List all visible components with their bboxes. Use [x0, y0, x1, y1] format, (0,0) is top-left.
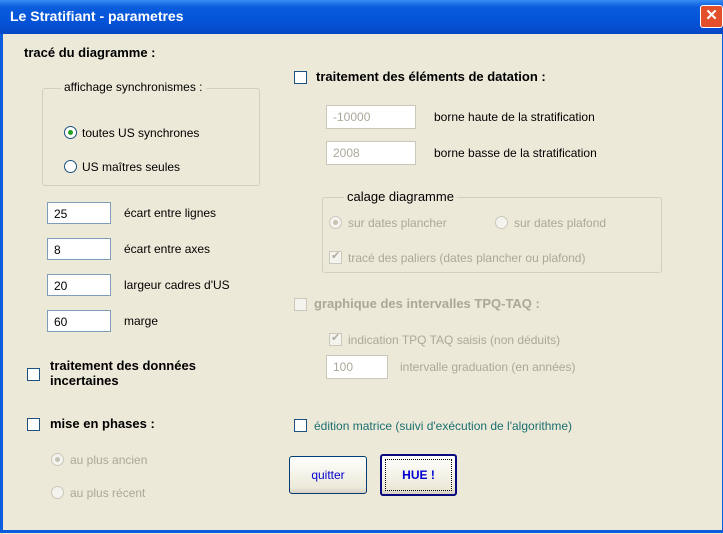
tpq-indication-label[interactable]: indication TPQ TAQ saisis (non déduits) [348, 333, 560, 347]
uncertain-data-label-line1[interactable]: traitement des données [50, 358, 196, 373]
phases-oldest-radio[interactable] [51, 453, 64, 466]
calage-ceiling-radio[interactable] [495, 216, 508, 229]
line-spacing-label: écart entre lignes [124, 206, 217, 220]
phases-recent-radio[interactable] [51, 486, 64, 499]
window-title: Le Stratifiant - parametres [10, 8, 184, 24]
interval-input[interactable]: 100 [326, 355, 388, 379]
line-spacing-input[interactable]: 25 [47, 202, 111, 224]
uncertain-data-checkbox[interactable] [27, 368, 40, 381]
close-button[interactable]: ✕ [700, 5, 723, 28]
hue-button-label: HUE ! [402, 468, 435, 482]
dating-label[interactable]: traitement des éléments de datation : [316, 69, 546, 84]
matrix-label[interactable]: édition matrice (suivi d'exécution de l'… [314, 419, 572, 433]
calage-floor-radio[interactable] [329, 216, 342, 229]
lower-bound-label: borne basse de la stratification [434, 146, 597, 160]
phases-recent-label[interactable]: au plus récent [70, 486, 145, 500]
calage-floor-label[interactable]: sur dates plancher [348, 216, 447, 230]
sync-option-all-label[interactable]: toutes US synchrones [82, 126, 199, 140]
paliers-checkbox[interactable]: ✔ [329, 250, 342, 264]
axis-spacing-label: écart entre axes [124, 242, 211, 256]
uncertain-data-label-line2[interactable]: incertaines [50, 373, 119, 388]
phases-checkbox[interactable] [27, 418, 40, 431]
quit-button[interactable]: quitter [289, 456, 367, 494]
frame-width-input[interactable]: 20 [47, 274, 111, 296]
margin-input[interactable]: 60 [47, 310, 111, 332]
title-bar[interactable]: Le Stratifiant - parametres ✕ [0, 0, 723, 34]
axis-spacing-input[interactable]: 8 [47, 238, 111, 260]
lower-bound-input[interactable]: 2008 [326, 141, 416, 165]
upper-bound-input[interactable]: -10000 [326, 105, 416, 129]
calage-ceiling-label[interactable]: sur dates plafond [514, 216, 606, 230]
phases-label[interactable]: mise en phases : [50, 416, 155, 431]
calage-group-label: calage diagramme [344, 189, 457, 204]
sync-option-masters-label[interactable]: US maîtres seules [82, 160, 180, 174]
sync-group-label: affichage synchronismes : [61, 80, 206, 94]
matrix-checkbox[interactable] [294, 419, 307, 432]
phases-oldest-label[interactable]: au plus ancien [70, 453, 147, 467]
paliers-label[interactable]: tracé des paliers (dates plancher ou pla… [348, 251, 585, 265]
margin-label: marge [124, 314, 159, 328]
upper-bound-label: borne haute de la stratification [434, 110, 595, 124]
sync-option-all-radio[interactable] [64, 126, 77, 139]
tpq-indication-checkbox[interactable]: ✔ [329, 332, 342, 346]
tpq-taq-checkbox[interactable] [294, 298, 307, 311]
diagram-heading: tracé du diagramme : [24, 45, 156, 60]
interval-label: intervalle graduation (en années) [400, 360, 576, 374]
frame-width-label: largeur cadres d'US [124, 278, 230, 292]
sync-option-masters-radio[interactable] [64, 160, 77, 173]
dating-checkbox[interactable] [294, 71, 307, 84]
hue-button[interactable]: HUE ! [380, 454, 457, 496]
tpq-taq-label[interactable]: graphique des intervalles TPQ-TAQ : [314, 296, 540, 311]
